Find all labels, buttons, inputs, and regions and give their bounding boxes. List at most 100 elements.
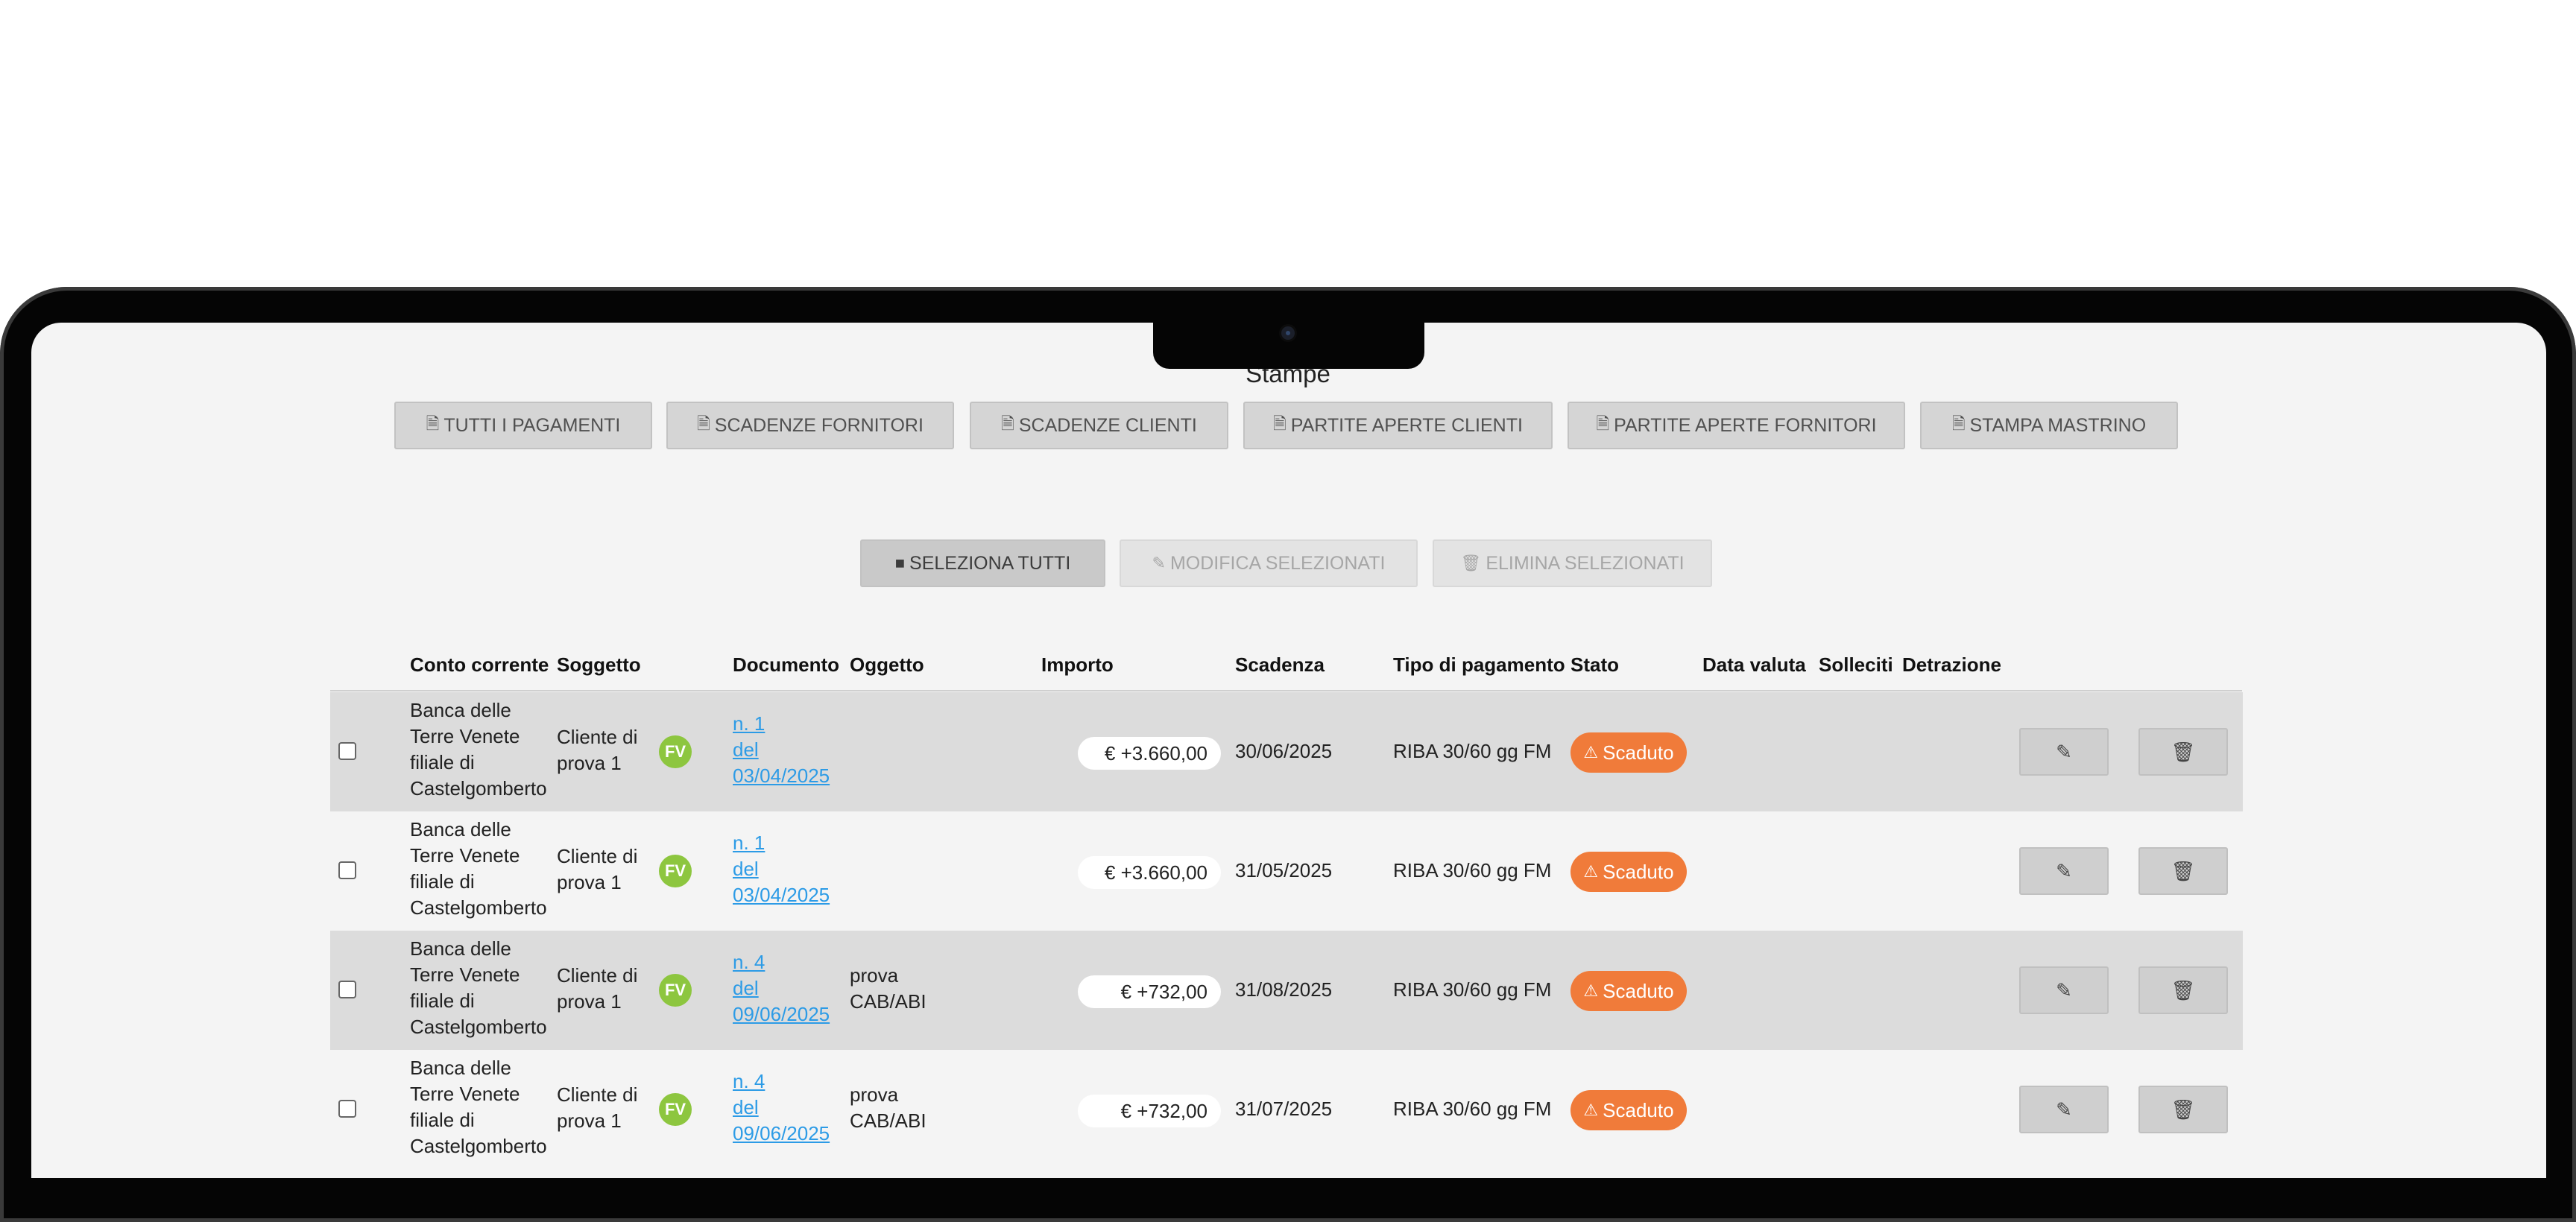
status-badge: ⚠ Scaduto (1570, 852, 1687, 892)
header-detrazione: Detrazione (1902, 653, 2001, 676)
cell-soggetto: Cliente di prova 1 (557, 726, 638, 774)
document-icon: 🗎 (1001, 414, 1014, 433)
cell-documento-link[interactable]: n. 4 del 09/06/2025 (733, 1069, 830, 1147)
edit-row-button[interactable]: ✎ (2019, 728, 2109, 776)
cell-soggetto: Cliente di prova 1 (557, 964, 638, 1013)
warning-icon: ⚠ (1583, 862, 1599, 881)
status-badge: ⚠ Scaduto (1570, 732, 1687, 773)
edit-row-button[interactable]: ✎ (2019, 1086, 2109, 1133)
table-row: Banca delle Terre Venete filiale di Castelg… (330, 931, 2243, 1050)
cell-soggetto: Cliente di prova 1 (557, 845, 638, 893)
edit-selected-button[interactable]: ✎ MODIFICA SELEZIONATI (1120, 539, 1418, 587)
invoice-type-badge: FV (659, 855, 692, 887)
pencil-icon: ✎ (2056, 859, 2072, 882)
warning-icon: ⚠ (1583, 1101, 1599, 1119)
cell-tipo-pagamento: RIBA 30/60 gg FM (1393, 859, 1552, 881)
cell-importo: € +3.660,00 (1078, 856, 1221, 889)
row-checkbox[interactable] (338, 1100, 356, 1118)
header-oggetto: Oggetto (850, 653, 924, 676)
print-supplier-deadlines-button[interactable]: 🗎 SCADENZE FORNITORI (666, 402, 954, 449)
document-icon: 🗎 (1951, 414, 1966, 433)
cell-soggetto: Cliente di prova 1 (557, 1083, 638, 1132)
trash-icon: 🗑 (2171, 859, 2196, 882)
select-all-button[interactable]: ■ SELEZIONA TUTTI (860, 539, 1105, 587)
edit-row-button[interactable]: ✎ (2019, 847, 2109, 895)
print-client-deadlines-button[interactable]: 🗎 SCADENZE CLIENTI (970, 402, 1228, 449)
invoice-type-badge: FV (659, 735, 692, 768)
table-row: Banca delle Terre Venete filiale di Castelg… (330, 811, 2243, 931)
header-soggetto: Soggetto (557, 653, 641, 676)
warning-icon: ⚠ (1583, 981, 1599, 1000)
print-open-client-items-button[interactable]: 🗎 PARTITE APERTE CLIENTI (1243, 402, 1553, 449)
button-label: ELIMINA SELEZIONATI (1486, 552, 1685, 574)
document-icon: 🗎 (697, 414, 710, 433)
trash-icon: 🗑 (1460, 554, 1482, 572)
cell-oggetto: prova CAB/ABI (850, 964, 926, 1013)
cell-documento-link[interactable]: n. 4 del 09/06/2025 (733, 949, 830, 1028)
print-open-supplier-items-button[interactable]: 🗎 PARTITE APERTE FORNITORI (1568, 402, 1905, 449)
cell-tipo-pagamento: RIBA 30/60 gg FM (1393, 1098, 1552, 1120)
header-conto-corrente: Conto corrente (410, 653, 549, 676)
pencil-icon: ✎ (1152, 554, 1166, 572)
cell-documento-link[interactable]: n. 1 del 03/04/2025 (733, 711, 830, 789)
pencil-icon: ✎ (2056, 740, 2072, 763)
button-label: PARTITE APERTE FORNITORI (1614, 414, 1877, 436)
cell-importo: € +732,00 (1078, 1095, 1221, 1127)
delete-selected-button[interactable]: 🗑 ELIMINA SELEZIONATI (1433, 539, 1712, 587)
document-icon: 🗎 (426, 414, 440, 433)
cell-scadenza: 31/08/2025 (1235, 978, 1333, 1001)
document-icon: 🗎 (1596, 414, 1610, 433)
cell-scadenza: 31/07/2025 (1235, 1098, 1333, 1120)
button-label: TUTTI I PAGAMENTI (443, 414, 621, 436)
delete-row-button[interactable]: 🗑 (2138, 966, 2228, 1014)
header-importo: Importo (1041, 653, 1114, 676)
row-checkbox[interactable] (338, 981, 356, 998)
cell-conto-corrente: Banca delle Terre Venete filiale di Castelg… (410, 937, 547, 1038)
cell-conto-corrente: Banca delle Terre Venete filiale di Castelg… (410, 699, 547, 800)
pencil-icon: ✎ (2056, 1098, 2072, 1121)
table-row: Banca delle Terre Venete filiale di Castelg… (330, 1050, 2243, 1169)
trash-icon: 🗑 (2171, 1098, 2196, 1121)
cell-scadenza: 31/05/2025 (1235, 859, 1333, 881)
cell-conto-corrente: Banca delle Terre Venete filiale di Castelg… (410, 818, 547, 919)
row-checkbox[interactable] (338, 861, 356, 879)
cell-oggetto: prova CAB/ABI (850, 1083, 926, 1132)
button-label: SCADENZE CLIENTI (1018, 414, 1197, 436)
button-label: SCADENZE FORNITORI (714, 414, 924, 436)
print-ledger-button[interactable]: 🗎 STAMPA MASTRINO (1920, 402, 2178, 449)
edit-row-button[interactable]: ✎ (2019, 966, 2109, 1014)
webcam-icon (1281, 326, 1295, 340)
header-stato: Stato (1570, 653, 1619, 676)
header-solleciti: Solleciti (1819, 653, 1893, 676)
status-badge: ⚠ Scaduto (1570, 1090, 1687, 1130)
delete-row-button[interactable]: 🗑 (2138, 728, 2228, 776)
cell-conto-corrente: Banca delle Terre Venete filiale di Castelg… (410, 1057, 547, 1157)
invoice-type-badge: FV (659, 974, 692, 1007)
delete-row-button[interactable]: 🗑 (2138, 847, 2228, 895)
cell-importo: € +732,00 (1078, 975, 1221, 1008)
header-scadenza: Scadenza (1235, 653, 1325, 676)
button-label: MODIFICA SELEZIONATI (1169, 552, 1386, 574)
cell-documento-link[interactable]: n. 1 del 03/04/2025 (733, 830, 830, 908)
pencil-icon: ✎ (2056, 978, 2072, 1001)
delete-row-button[interactable]: 🗑 (2138, 1086, 2228, 1133)
print-all-payments-button[interactable]: 🗎 TUTTI I PAGAMENTI (394, 402, 652, 449)
header-data-valuta: Data valuta (1702, 653, 1806, 676)
warning-icon: ⚠ (1583, 743, 1599, 762)
button-label: PARTITE APERTE CLIENTI (1290, 414, 1523, 436)
header-divider (330, 690, 2242, 691)
cell-importo: € +3.660,00 (1078, 737, 1221, 770)
trash-icon: 🗑 (2171, 978, 2196, 1001)
document-icon: 🗎 (1273, 414, 1287, 433)
cell-scadenza: 30/06/2025 (1235, 740, 1333, 762)
checkbox-square-icon: ■ (894, 554, 906, 572)
row-checkbox[interactable] (338, 742, 356, 760)
cell-tipo-pagamento: RIBA 30/60 gg FM (1393, 740, 1552, 762)
button-label: SELEZIONA TUTTI (909, 552, 1071, 574)
header-tipo-pagamento: Tipo di pagamento (1393, 653, 1565, 676)
trash-icon: 🗑 (2171, 740, 2196, 763)
invoice-type-badge: FV (659, 1093, 692, 1126)
header-documento: Documento (733, 653, 839, 676)
screen-content: Stampe 🗎 TUTTI I PAGAMENTI 🗎 SCADENZE FO… (31, 323, 2546, 1178)
cell-tipo-pagamento: RIBA 30/60 gg FM (1393, 978, 1552, 1001)
